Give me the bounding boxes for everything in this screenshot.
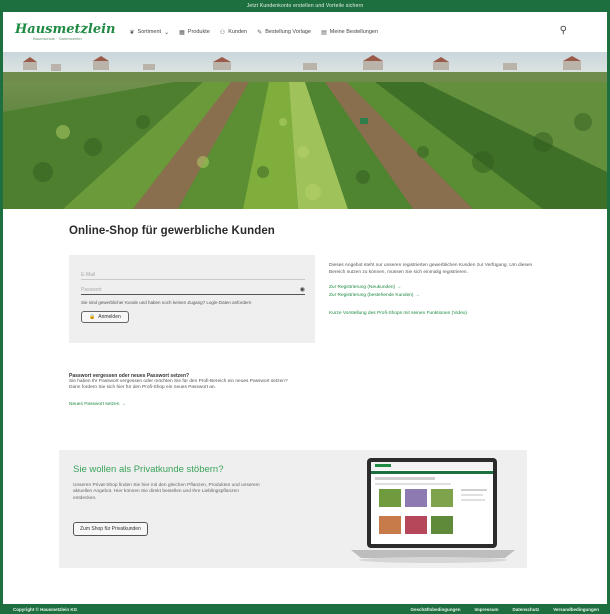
page-frame: Jetzt Kundenkonto erstellen und Vorteile…	[0, 0, 610, 614]
password-reset-section: Passwort vergessen oder neues Passwort s…	[69, 373, 469, 410]
private-shop-button[interactable]: Zum Shop für Privatkunden	[73, 521, 148, 536]
footer-links: Geschäftsbedingungen Impressum Datenschu…	[410, 607, 599, 612]
shop-video-link[interactable]: Kurze Vorstellung des Profi-Shops mit se…	[329, 311, 549, 316]
nav-item-label: Kunden	[228, 29, 248, 35]
registration-text: Dieses Angebot steht nur unseren registr…	[329, 263, 533, 275]
leaf-icon: ❦	[129, 29, 135, 36]
show-password-icon[interactable]: ◉	[300, 286, 305, 293]
cart-icon: ▤	[321, 29, 327, 36]
chevron-down-icon: ⌄	[164, 29, 170, 36]
notice-bar: Jetzt Kundenkonto erstellen und Vorteile…	[3, 0, 607, 12]
registration-info: Dieses Angebot steht nur unseren registr…	[329, 255, 549, 343]
main-navigation: Hausmetzlein Baumschule · Gartencenter ❦…	[3, 12, 607, 52]
login-section: E-Mail Passwort ◉ Sie sind gewerblicher …	[69, 255, 607, 343]
nav-item-label: Produkte	[187, 29, 210, 35]
nav-item-kunden[interactable]: ⚇ Kunden	[220, 29, 247, 36]
footer-link[interactable]: Datenschutz	[512, 607, 539, 612]
footer-link[interactable]: Versandbedingungen	[553, 607, 599, 612]
tag-icon: ✎	[257, 29, 263, 36]
nav-item-produkte[interactable]: ▦ Produkte	[179, 29, 210, 36]
logo-wordmark: Hausmetzlein	[15, 21, 116, 37]
password-placeholder: Passwort	[81, 287, 102, 293]
register-new-customer-link[interactable]: Zur Registrierung (Neukunden) →	[329, 285, 549, 290]
set-new-password-link[interactable]: Neues Passwort setzen →	[69, 402, 126, 407]
password-reset-line-2: Dann fordern Sie sich hier für den Profi…	[69, 385, 216, 391]
footer-link[interactable]: Impressum	[474, 607, 498, 612]
copyright-text: Copyright © Hausmetzlein KG	[13, 606, 78, 612]
email-placeholder: E-Mail	[81, 272, 96, 278]
register-existing-customer-link[interactable]: Zur Registrierung (bestehende Kunden) →	[329, 293, 549, 298]
login-button[interactable]: 🔒 Anmelden	[81, 311, 129, 323]
grid-icon: ▦	[179, 29, 185, 36]
nav-item-label: Meine Bestellungen	[329, 29, 379, 35]
nav-item-sortiment[interactable]: ❦ Sortiment ⌄	[130, 29, 170, 36]
nav-item-meine-bestellungen[interactable]: ▤ Meine Bestellungen	[321, 29, 378, 36]
password-field[interactable]: Passwort ◉	[81, 284, 305, 295]
footer: Copyright © Hausmetzlein KG Geschäftsbed…	[3, 604, 607, 614]
access-request-text[interactable]: Sie sind gewerblicher Kunde und haben no…	[81, 300, 305, 305]
notice-text[interactable]: Jetzt Kundenkonto erstellen und Vorteile…	[247, 3, 364, 9]
nav-item-label: Bestellung Vorlage	[265, 29, 312, 35]
email-field[interactable]: E-Mail	[81, 269, 305, 280]
lock-icon: 🔒	[89, 314, 96, 320]
brand-logo[interactable]: Hausmetzlein Baumschule · Gartencenter	[15, 21, 116, 41]
private-customer-text: Unseren Privat-Shop finden Sie hier mit …	[73, 482, 260, 501]
users-icon: ⚇	[219, 29, 226, 36]
nav-item-bestellung-vorlage[interactable]: ✎ Bestellung Vorlage	[257, 29, 311, 36]
page-title: Online-Shop für gewerbliche Kunden	[69, 225, 275, 237]
hero-nursery-image	[3, 52, 607, 209]
user-account-icon[interactable]: ⚲	[560, 25, 567, 36]
main-content: Online-Shop für gewerbliche Kunden E-Mai…	[3, 225, 607, 568]
nav-items: ❦ Sortiment ⌄ ▦ Produkte ⚇ Kunden ✎ Best…	[130, 29, 379, 36]
footer-link[interactable]: Geschäftsbedingungen	[410, 607, 460, 612]
private-customer-heading: Sie wollen als Privatkunde stöbern?	[73, 463, 224, 475]
private-customer-box: Sie wollen als Privatkunde stöbern? Unse…	[59, 449, 527, 568]
nav-item-label: Sortiment	[137, 29, 162, 35]
nursery-field-illustration	[3, 52, 607, 209]
laptop-shop-preview-image	[351, 457, 515, 563]
login-button-label: Anmelden	[98, 314, 121, 320]
logo-tagline: Baumschule · Gartencenter	[33, 35, 82, 41]
login-form: E-Mail Passwort ◉ Sie sind gewerblicher …	[69, 255, 315, 343]
